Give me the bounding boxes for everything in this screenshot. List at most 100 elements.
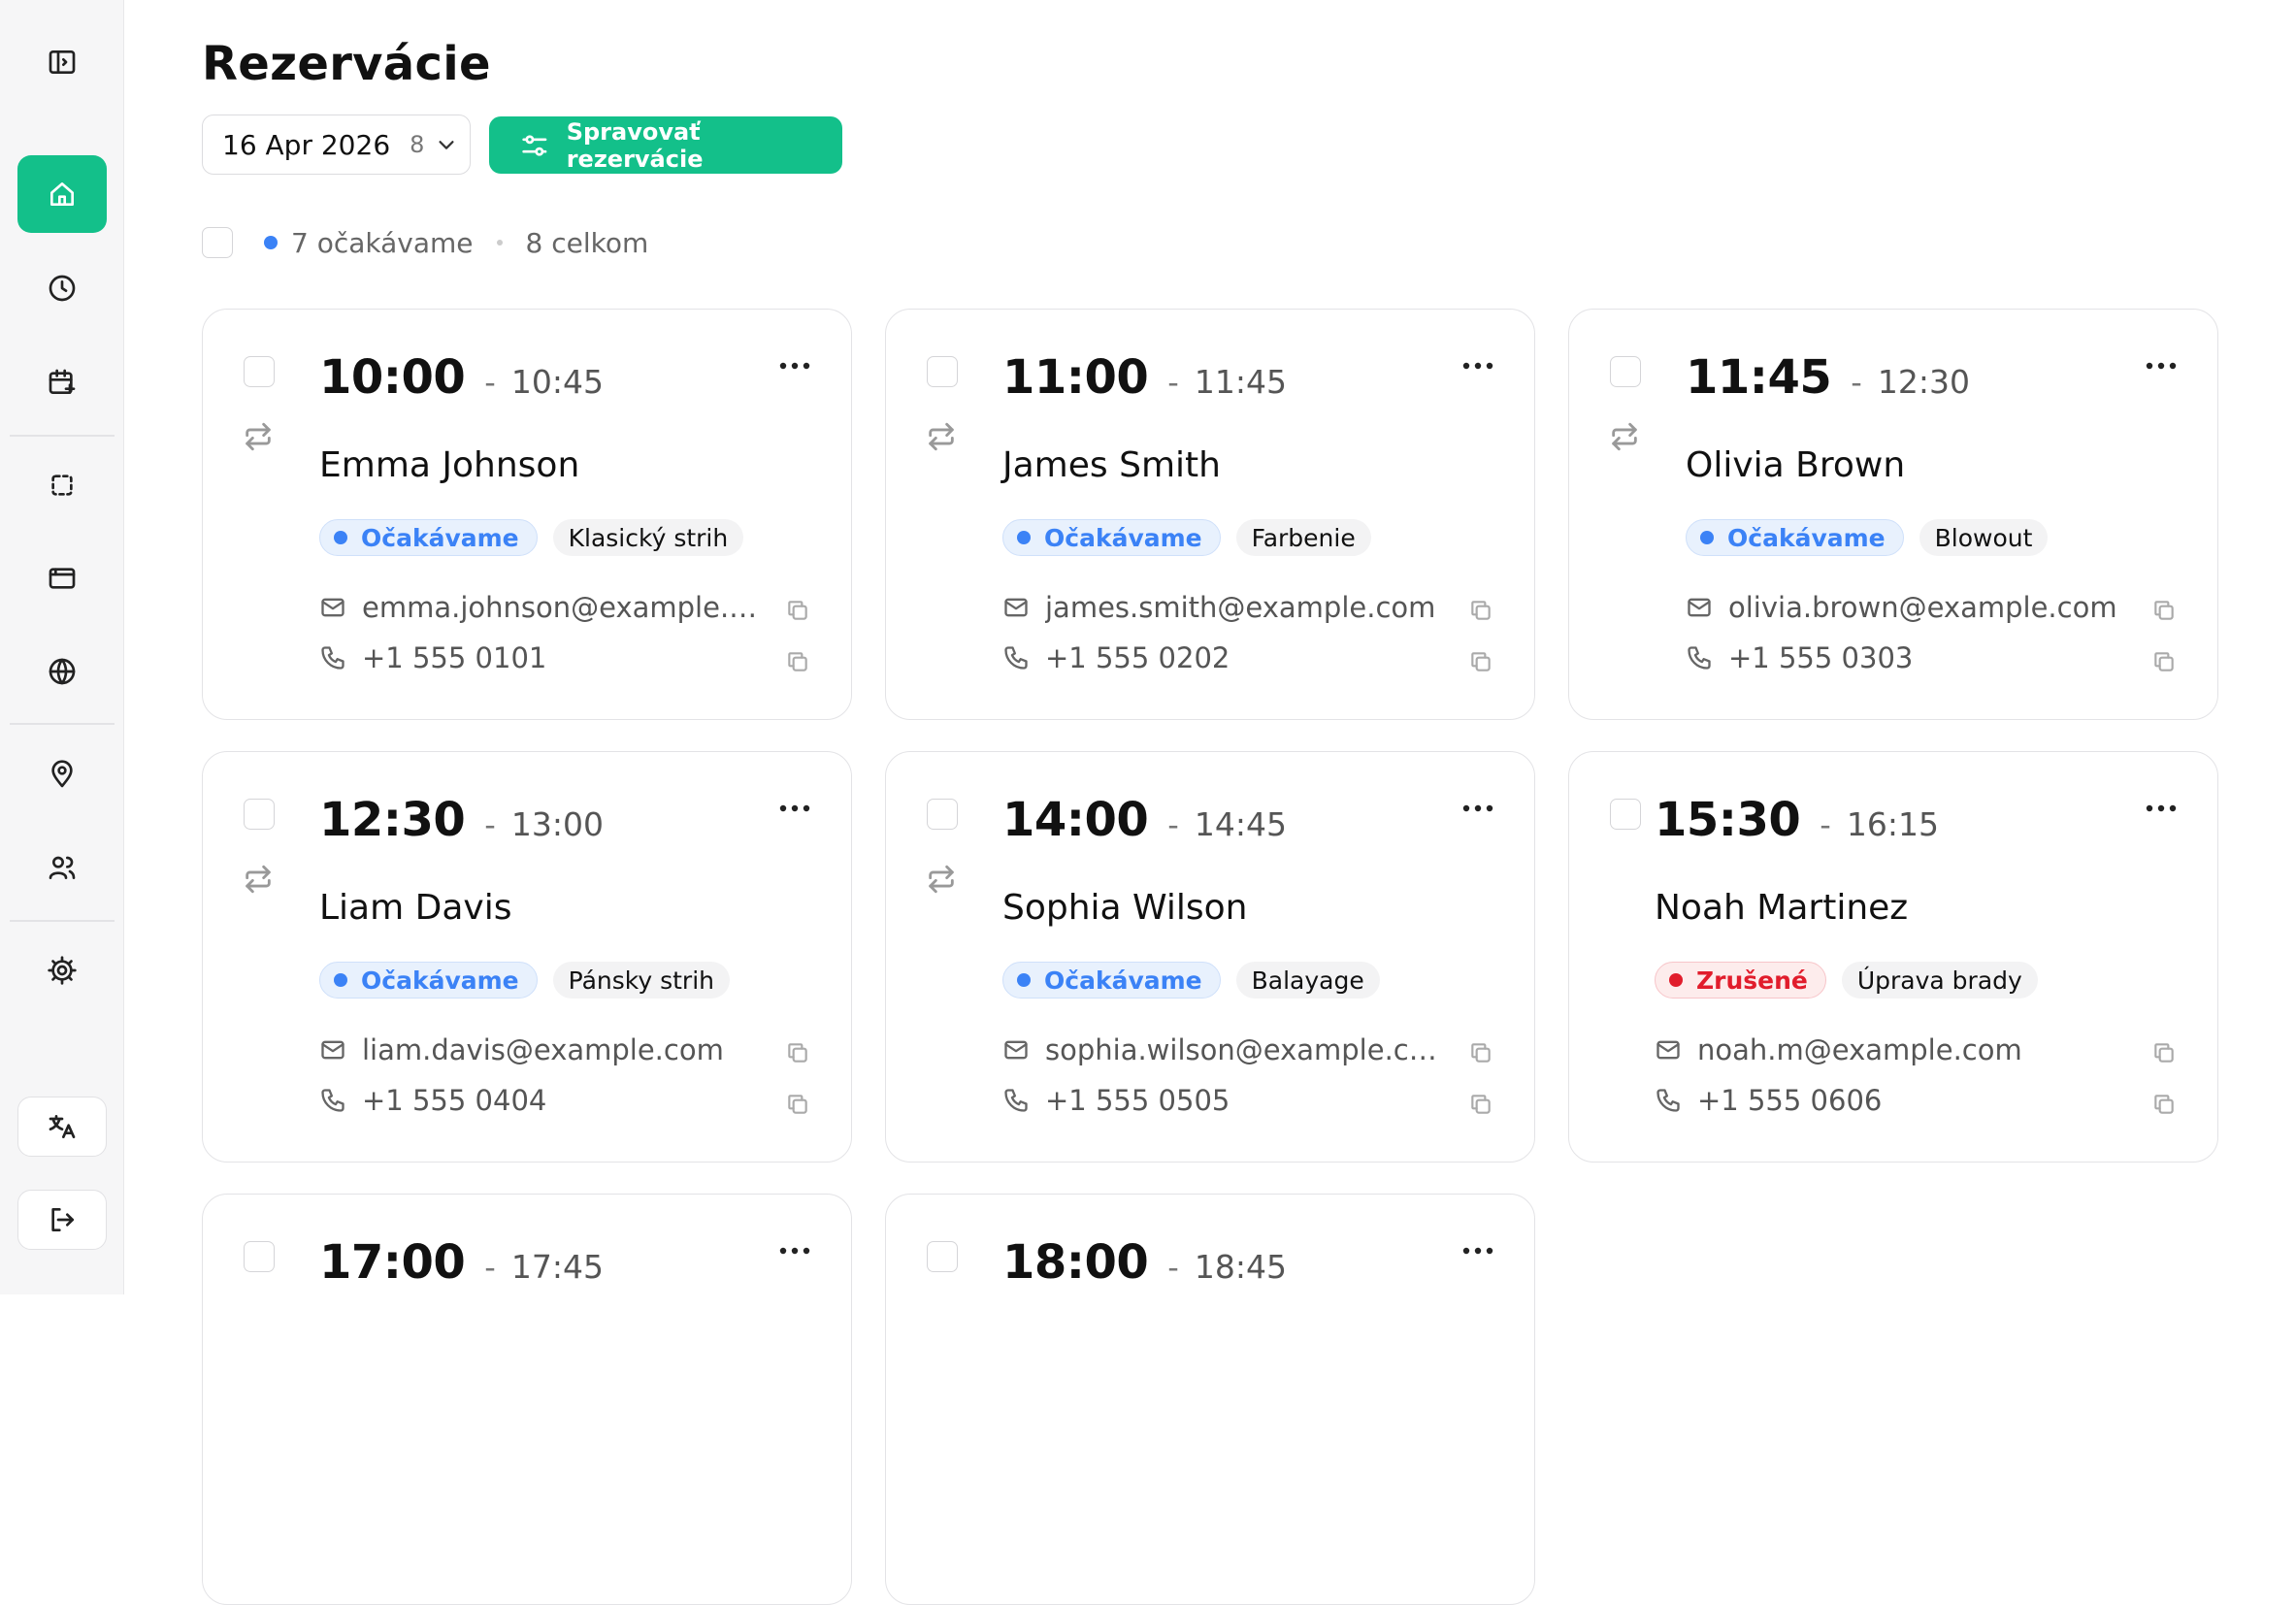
- status-badge: Očakávame: [1686, 519, 1904, 556]
- reservation-checkbox[interactable]: [244, 356, 275, 387]
- reservation-card[interactable]: 15:30-16:15 Noah Martinez Zrušené Úprava br…: [1568, 751, 2218, 1163]
- nav-selection[interactable]: [17, 446, 107, 524]
- dashed-square-icon: [51, 475, 73, 496]
- customer-phone[interactable]: +1 555 0101: [362, 641, 546, 674]
- more-options-icon[interactable]: [1460, 360, 1495, 372]
- more-options-icon[interactable]: [1460, 1245, 1495, 1257]
- end-time: 12:30: [1877, 363, 1970, 401]
- more-options-icon[interactable]: [1460, 802, 1495, 814]
- copy-phone-icon[interactable]: [1468, 649, 1493, 674]
- reservation-time: 17:00-17:45: [319, 1235, 604, 1290]
- start-time: 12:30: [319, 793, 466, 847]
- time-separator: -: [1851, 364, 1862, 401]
- repeat-icon: [929, 422, 954, 451]
- reservation-time: 14:00-14:45: [1002, 793, 1287, 847]
- customer-phone[interactable]: +1 555 0202: [1045, 641, 1230, 674]
- phone-row: +1 555 0505: [1002, 1084, 1230, 1117]
- start-time: 17:00: [319, 1235, 466, 1290]
- customer-phone[interactable]: +1 555 0303: [1728, 641, 1913, 674]
- reservation-time: 15:30-16:15: [1655, 793, 1939, 847]
- copy-email-icon[interactable]: [785, 1040, 810, 1065]
- copy-phone-icon[interactable]: [785, 1092, 810, 1117]
- customer-phone[interactable]: +1 555 0505: [1045, 1084, 1230, 1117]
- customer-email[interactable]: emma.johnson@example.co...: [362, 591, 770, 624]
- end-time: 17:45: [510, 1248, 604, 1286]
- customer-phone[interactable]: +1 555 0404: [362, 1084, 546, 1117]
- copy-phone-icon[interactable]: [2151, 649, 2177, 674]
- copy-phone-icon[interactable]: [1468, 1092, 1493, 1117]
- status-label: Očakávame: [361, 966, 519, 995]
- email-row: james.smith@example.com: [1002, 591, 1435, 624]
- date-select-value: 16 Apr 2026: [222, 128, 391, 161]
- reservation-summary: 7 očakávame 8 celkom: [202, 225, 648, 260]
- more-options-icon[interactable]: [2144, 802, 2179, 814]
- nav-customers[interactable]: [17, 829, 107, 906]
- date-select[interactable]: 16 Apr 2026 8: [202, 115, 471, 175]
- phone-icon: [1004, 646, 1028, 670]
- reservation-card[interactable]: 17:00-17:45: [202, 1194, 852, 1605]
- service-badge: Balayage: [1235, 962, 1380, 999]
- reservation-checkbox[interactable]: [244, 799, 275, 830]
- copy-email-icon[interactable]: [1468, 1040, 1493, 1065]
- more-options-icon[interactable]: [777, 1245, 812, 1257]
- customer-email[interactable]: olivia.brown@example.com: [1728, 591, 2117, 624]
- nav-history[interactable]: [17, 249, 107, 327]
- phone-row: +1 555 0606: [1655, 1084, 1882, 1117]
- select-all-checkbox[interactable]: [202, 227, 233, 258]
- reservation-checkbox[interactable]: [1610, 356, 1641, 387]
- reservation-card[interactable]: 11:00-11:45 James Smith Očakávame Farbenie j…: [885, 309, 1535, 720]
- nav-new-reservation[interactable]: [17, 344, 107, 421]
- more-options-icon[interactable]: [2144, 360, 2179, 372]
- more-options-icon[interactable]: [777, 360, 812, 372]
- nav-settings[interactable]: [17, 932, 107, 1009]
- reservation-card[interactable]: 12:30-13:00 Liam Davis Očakávame Pánsky str…: [202, 751, 852, 1163]
- reservation-tags: Zrušené Úprava brady: [1655, 962, 2038, 999]
- copy-email-icon[interactable]: [785, 598, 810, 623]
- customer-email[interactable]: noah.m@example.com: [1697, 1033, 2022, 1066]
- time-separator: -: [484, 1249, 496, 1286]
- reservation-checkbox[interactable]: [244, 1241, 275, 1272]
- customer-name: James Smith: [1002, 445, 1221, 485]
- copy-email-icon[interactable]: [1468, 598, 1493, 623]
- nav-home[interactable]: [17, 155, 107, 233]
- phone-row: +1 555 0101: [319, 641, 546, 674]
- reservation-card[interactable]: 18:00-18:45: [885, 1194, 1535, 1605]
- reservation-card[interactable]: 14:00-14:45 Sophia Wilson Očakávame Balayag…: [885, 751, 1535, 1163]
- copy-email-icon[interactable]: [2151, 598, 2177, 623]
- service-badge: Pánsky strih: [552, 962, 730, 999]
- reservation-checkbox[interactable]: [927, 799, 958, 830]
- start-time: 15:30: [1655, 793, 1801, 847]
- customer-phone[interactable]: +1 555 0606: [1697, 1084, 1882, 1117]
- mail-icon: [1688, 598, 1711, 617]
- reservation-card[interactable]: 11:45-12:30 Olivia Brown Očakávame Blowout o…: [1568, 309, 2218, 720]
- copy-phone-icon[interactable]: [785, 649, 810, 674]
- customer-email[interactable]: james.smith@example.com: [1045, 591, 1435, 624]
- status-badge: Očakávame: [1002, 962, 1221, 999]
- reservation-checkbox[interactable]: [1610, 799, 1641, 830]
- start-time: 10:00: [319, 350, 466, 405]
- reservation-card[interactable]: 10:00-10:45 Emma Johnson Očakávame Klasický…: [202, 309, 852, 720]
- status-label: Očakávame: [361, 523, 519, 552]
- reservation-tags: Očakávame Balayage: [1002, 962, 1380, 999]
- customer-email[interactable]: sophia.wilson@example.com: [1045, 1033, 1453, 1066]
- language-button[interactable]: [17, 1097, 107, 1157]
- copy-email-icon[interactable]: [2151, 1040, 2177, 1065]
- logout-button[interactable]: [17, 1190, 107, 1250]
- customer-email[interactable]: liam.davis@example.com: [362, 1033, 724, 1066]
- mail-icon: [321, 1040, 344, 1060]
- nav-website[interactable]: [17, 633, 107, 710]
- status-badge: Očakávame: [319, 519, 538, 556]
- status-dot: [334, 531, 347, 544]
- reservation-checkbox[interactable]: [927, 356, 958, 387]
- reservation-time: 18:00-18:45: [1002, 1235, 1287, 1290]
- repeat-icon: [246, 422, 271, 451]
- more-options-icon[interactable]: [777, 802, 812, 814]
- nav-locations[interactable]: [17, 736, 107, 813]
- copy-phone-icon[interactable]: [2151, 1092, 2177, 1117]
- nav-window[interactable]: [17, 540, 107, 617]
- manage-reservations-button[interactable]: Spravovať rezervácie: [489, 116, 842, 174]
- sidebar-toggle-button[interactable]: [17, 23, 107, 101]
- reservation-checkbox[interactable]: [927, 1241, 958, 1272]
- reservation-time: 12:30-13:00: [319, 793, 604, 847]
- service-badge: Blowout: [1919, 519, 2049, 556]
